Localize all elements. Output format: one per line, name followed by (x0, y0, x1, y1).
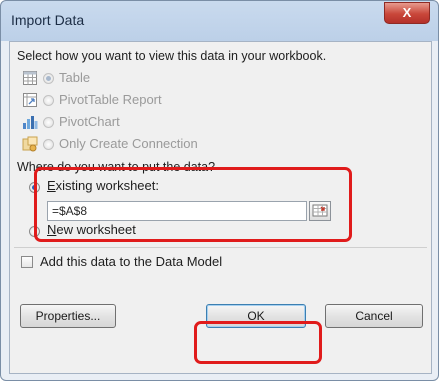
data-model-checkbox[interactable] (21, 256, 33, 268)
ok-button-highlight (194, 321, 322, 364)
close-button[interactable]: X (384, 2, 430, 24)
import-data-dialog: Import Data X Select how you want to vie… (0, 0, 439, 381)
cancel-label: Cancel (355, 309, 393, 323)
connection-icon (22, 136, 38, 152)
table-radio[interactable] (43, 73, 54, 84)
data-model-label: Add this data to the Data Model (40, 254, 223, 269)
separator (14, 247, 427, 248)
table-option-label: Table (59, 70, 91, 85)
cancel-button[interactable]: Cancel (325, 304, 423, 328)
properties-label: Properties... (35, 309, 101, 323)
pivotchart-icon (23, 116, 38, 129)
pivottable-icon (23, 93, 37, 107)
pivotchart-option-label: PivotChart (59, 114, 120, 129)
view-prompt: Select how you want to view this data in… (17, 49, 327, 63)
pivotchart-radio[interactable] (43, 117, 54, 128)
table-icon (23, 71, 37, 85)
pivottable-radio[interactable] (43, 95, 54, 106)
title-bar: Import Data X (1, 1, 438, 39)
close-icon: X (402, 5, 412, 20)
pivottable-option-label: PivotTable Report (59, 92, 162, 107)
connection-option-label: Only Create Connection (59, 136, 198, 151)
connection-radio[interactable] (43, 139, 54, 150)
existing-worksheet-highlight (34, 167, 352, 242)
dialog-title: Import Data (11, 12, 85, 28)
properties-button[interactable]: Properties... (20, 304, 116, 328)
